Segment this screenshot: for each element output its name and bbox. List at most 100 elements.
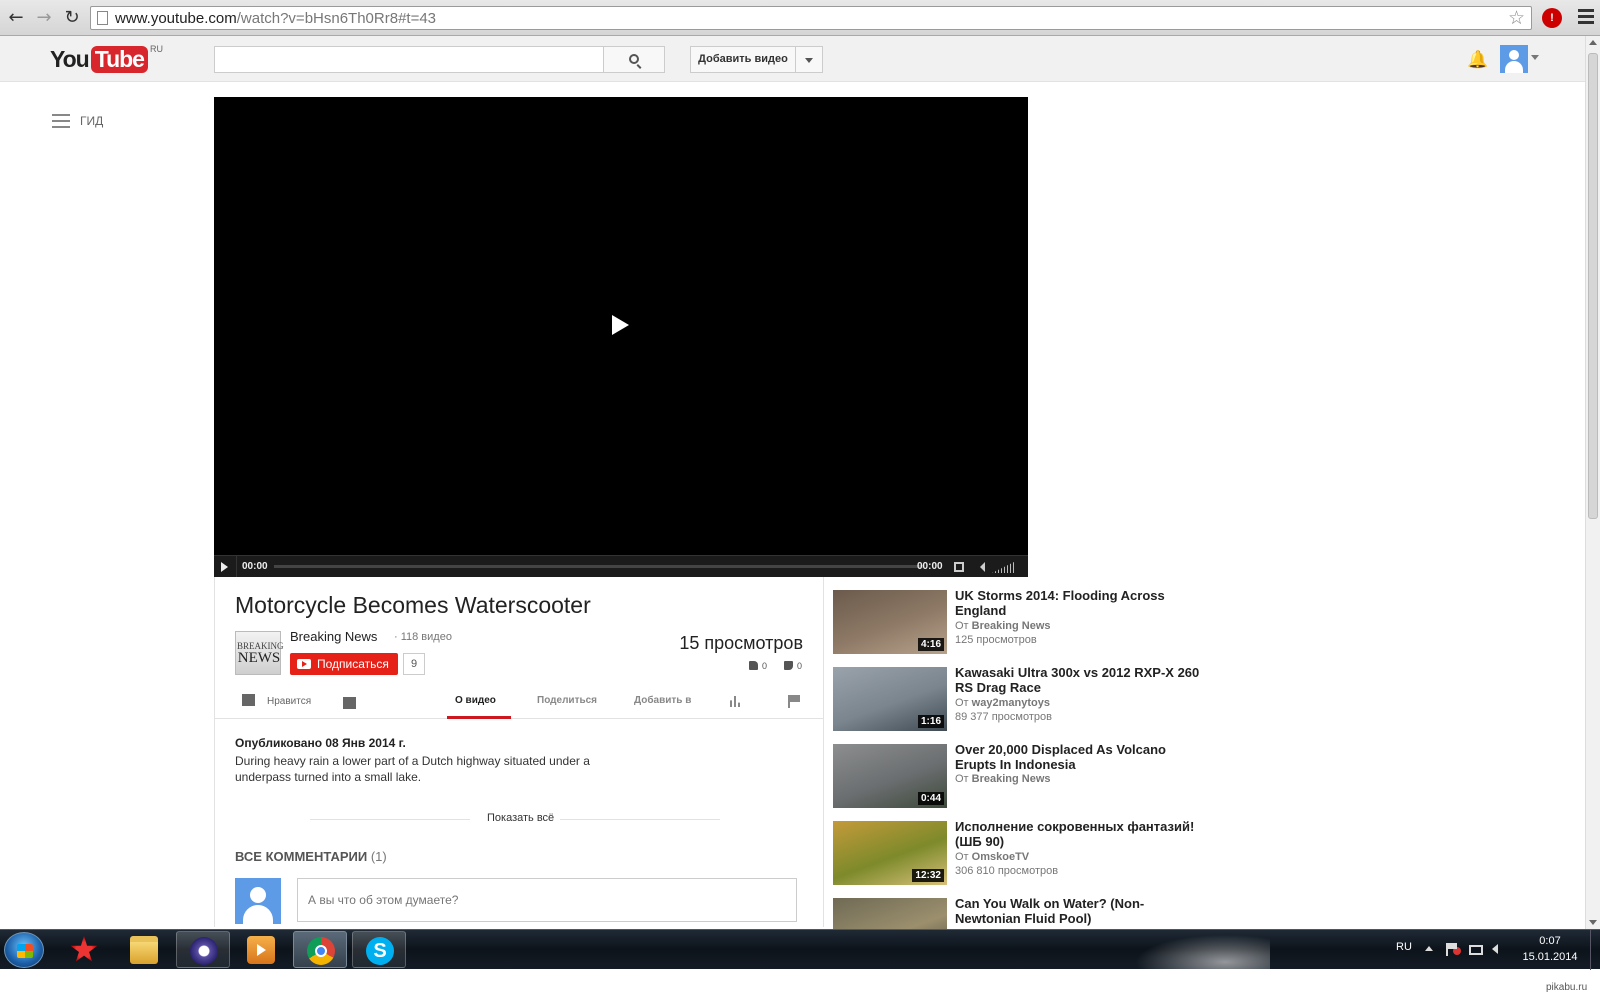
dislike-count: 0	[784, 661, 802, 671]
video-duration: 12:32	[912, 869, 944, 882]
related-video-thumbnail[interactable]: 12:32	[833, 821, 947, 885]
folder-icon	[130, 936, 158, 964]
divider	[560, 819, 720, 820]
clock-time[interactable]: 0:07	[1515, 935, 1585, 947]
related-video-item[interactable]: 1:16 Kawasaki Ultra 300x vs 2012 RXP-X 26…	[833, 665, 1213, 733]
fullscreen-icon[interactable]	[954, 562, 964, 572]
control-divider	[236, 556, 237, 578]
video-info-panel: Motorcycle Becomes Waterscooter BREAKING…	[214, 577, 824, 927]
thumbs-up-icon	[242, 694, 255, 706]
scrollbar-thumb[interactable]	[1588, 53, 1598, 519]
show-desktop-button[interactable]	[1590, 930, 1600, 970]
related-video-item[interactable]: 4:16 UK Storms 2014: Flooding Across Engl…	[833, 588, 1213, 656]
related-video-views: 89 377 просмотров	[955, 711, 1052, 723]
video-title: Motorcycle Becomes Waterscooter	[235, 592, 591, 618]
like-button[interactable]: Нравится	[242, 694, 311, 707]
reload-icon[interactable]: ↻	[61, 7, 83, 29]
play-icon[interactable]	[612, 315, 629, 335]
back-arrow-icon[interactable]: ←	[5, 7, 27, 29]
tray-expand-icon[interactable]	[1425, 946, 1433, 951]
thumbs-down-icon	[784, 661, 793, 670]
tab-share[interactable]: Поделиться	[537, 695, 597, 706]
language-indicator[interactable]: RU	[1396, 941, 1412, 953]
related-video-author: От Breaking News	[955, 773, 1051, 785]
extension-icon[interactable]: !	[1542, 8, 1562, 28]
flag-icon[interactable]	[788, 695, 800, 708]
view-count: 15 просмотров	[679, 633, 803, 653]
network-icon[interactable]	[1469, 945, 1483, 955]
channel-avatar[interactable]: BREAKING NEWS	[235, 631, 284, 675]
start-button[interactable]	[4, 932, 44, 968]
related-video-thumbnail[interactable]: 0:44	[833, 744, 947, 808]
related-video-title[interactable]: Kawasaki Ultra 300x vs 2012 RXP-X 260 RS…	[955, 665, 1205, 695]
related-video-title[interactable]: Исполнение сокровенных фантазий! (ШБ 90)	[955, 819, 1205, 849]
page-scrollbar[interactable]	[1585, 36, 1600, 929]
related-video-item[interactable]: 0:44 Over 20,000 Displaced As Volcano Eru…	[833, 742, 1213, 810]
tab-add-to[interactable]: Добавить в	[634, 695, 691, 706]
guide-button[interactable]: ГИД	[52, 114, 103, 128]
active-tab-indicator	[447, 716, 511, 719]
comment-input[interactable]	[297, 878, 797, 922]
taskbar-skype[interactable]: S	[352, 931, 406, 968]
guide-menu-icon	[52, 114, 70, 128]
taskbar-chrome[interactable]	[293, 931, 347, 968]
search-button[interactable]	[603, 46, 665, 73]
taskbar-media-player[interactable]	[234, 931, 288, 968]
action-center-flag-icon[interactable]	[1446, 943, 1461, 956]
notifications-bell-icon[interactable]: 🔔	[1467, 50, 1488, 70]
subscribe-button[interactable]: Подписаться	[290, 653, 398, 675]
browser-menu-icon[interactable]	[1578, 9, 1594, 25]
statistics-icon[interactable]	[730, 696, 742, 707]
video-duration: 4:16	[917, 638, 944, 651]
related-video-title[interactable]: Over 20,000 Displaced As Volcano Erupts …	[955, 742, 1205, 772]
duration-time: 00:00	[917, 561, 943, 572]
comment-avatar	[235, 878, 281, 924]
progress-bar[interactable]	[274, 565, 924, 568]
upload-dropdown-button[interactable]	[795, 46, 823, 73]
watermark: pikabu.ru	[1546, 982, 1588, 993]
clock-date[interactable]: 15.01.2014	[1515, 951, 1585, 963]
related-video-item[interactable]: 12:32 Исполнение сокровенных фантазий! (Ш…	[833, 819, 1213, 887]
tab-about[interactable]: О видео	[455, 695, 496, 706]
channel-video-count: · 118 видео	[394, 631, 452, 643]
taskbar-explorer[interactable]	[117, 931, 171, 968]
channel-name-link[interactable]: Breaking News	[290, 629, 377, 644]
search-input[interactable]	[214, 46, 604, 73]
comments-heading: ВСЕ КОММЕНТАРИИ (1)	[235, 849, 387, 864]
related-video-title[interactable]: Can You Walk on Water? (Non-Newtonian Fl…	[955, 896, 1205, 926]
thumbs-up-icon	[749, 661, 758, 670]
account-avatar[interactable]	[1500, 45, 1528, 73]
bookmark-star-icon[interactable]: ☆	[1508, 7, 1525, 29]
forward-arrow-icon[interactable]: →	[33, 7, 55, 29]
published-date: Опубликовано 08 Янв 2014 г.	[235, 736, 406, 750]
search-icon	[629, 54, 639, 64]
torrent-icon	[190, 937, 218, 965]
upload-video-button[interactable]: Добавить видео	[690, 46, 796, 73]
video-duration: 1:16	[917, 715, 944, 728]
related-video-title[interactable]: UK Storms 2014: Flooding Across England	[955, 588, 1205, 618]
divider	[310, 819, 470, 820]
thumbs-down-icon	[343, 697, 356, 709]
volume-tray-icon[interactable]	[1492, 943, 1506, 956]
wallpaper-glow	[1120, 930, 1270, 970]
account-chevron-down-icon[interactable]	[1531, 55, 1539, 60]
video-player[interactable]: 00:00 00:00	[214, 97, 1028, 578]
volume-icon[interactable]	[980, 562, 985, 572]
youtube-logo[interactable]: You Tube RU	[50, 44, 163, 74]
show-more-button[interactable]: Показать всё	[487, 812, 554, 824]
related-video-thumbnail[interactable]: 1:16	[833, 667, 947, 731]
windows-taskbar: S RU 0:07 15.01.2014	[0, 929, 1600, 970]
related-video-views: 306 810 просмотров	[955, 865, 1059, 877]
action-bar: Нравится О видео Поделиться Добавить в	[215, 683, 823, 719]
youtube-header: You Tube RU Добавить видео 🔔	[0, 36, 1585, 82]
scroll-down-arrow-icon[interactable]	[1589, 920, 1597, 925]
address-bar[interactable]: www.youtube.com/watch?v=bHsn6Th0Rr8#t=43…	[90, 6, 1532, 30]
volume-slider[interactable]	[992, 561, 1016, 573]
media-player-icon	[247, 936, 275, 964]
play-pause-button[interactable]	[221, 562, 228, 572]
taskbar-torrent[interactable]	[176, 931, 230, 968]
scroll-up-arrow-icon[interactable]	[1589, 40, 1597, 45]
dislike-button[interactable]	[343, 694, 368, 712]
related-video-thumbnail[interactable]: 4:16	[833, 590, 947, 654]
taskbar-pokerstars[interactable]	[57, 931, 111, 968]
